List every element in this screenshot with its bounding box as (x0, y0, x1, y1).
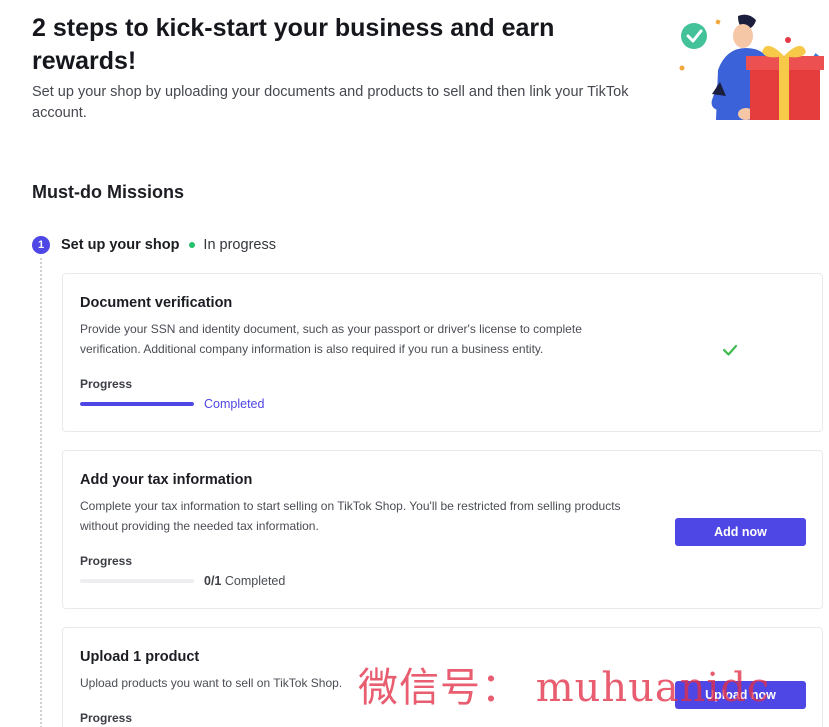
mission-card-tax-information: Add your tax information Complete your t… (62, 450, 823, 609)
progress-label: Progress (80, 711, 133, 725)
step-header: 1 Set up your shop In progress (32, 234, 276, 256)
mission-title: Add your tax information (80, 472, 253, 488)
hero-title: 2 steps to kick-start your business and … (32, 14, 555, 75)
check-icon (722, 344, 738, 356)
step-number-badge: 1 (32, 236, 50, 254)
mission-card-document-verification: Document verification Provide your SSN a… (62, 273, 823, 432)
mission-description: Complete your tax information to start s… (80, 499, 621, 533)
missions-panel: Must-do Missions 1 Set up your shop In p… (0, 152, 829, 727)
section-title: Must-do Missions (32, 182, 184, 202)
add-tax-info-button[interactable]: Add now (675, 518, 806, 546)
status-dot-icon (189, 242, 196, 248)
progress-bar-fill (80, 402, 194, 406)
timeline-connector (40, 258, 42, 727)
progress-label: Progress (80, 554, 133, 568)
step-status: In progress (203, 237, 276, 253)
progress-status: 0/1 Completed (204, 574, 285, 588)
hero-subtitle: Set up your shop by uploading your docum… (32, 84, 629, 121)
progress-bar (80, 579, 194, 583)
watermark-text: 微信号： muhuanidc (358, 665, 771, 711)
mission-description: Provide your SSN and identity document, … (80, 322, 582, 356)
progress-status: Completed (204, 397, 265, 411)
hero-gift-illustration (679, 14, 824, 120)
progress-bar (80, 402, 194, 406)
progress-status-text: Completed (224, 574, 286, 588)
step-label: Set up your shop (61, 237, 180, 253)
mission-title: Document verification (80, 295, 233, 311)
progress-label: Progress (80, 377, 133, 391)
mission-title: Upload 1 product (80, 649, 200, 665)
progress-count: 0/1 (204, 574, 222, 588)
hero-banner: 2 steps to kick-start your business and … (0, 0, 829, 152)
